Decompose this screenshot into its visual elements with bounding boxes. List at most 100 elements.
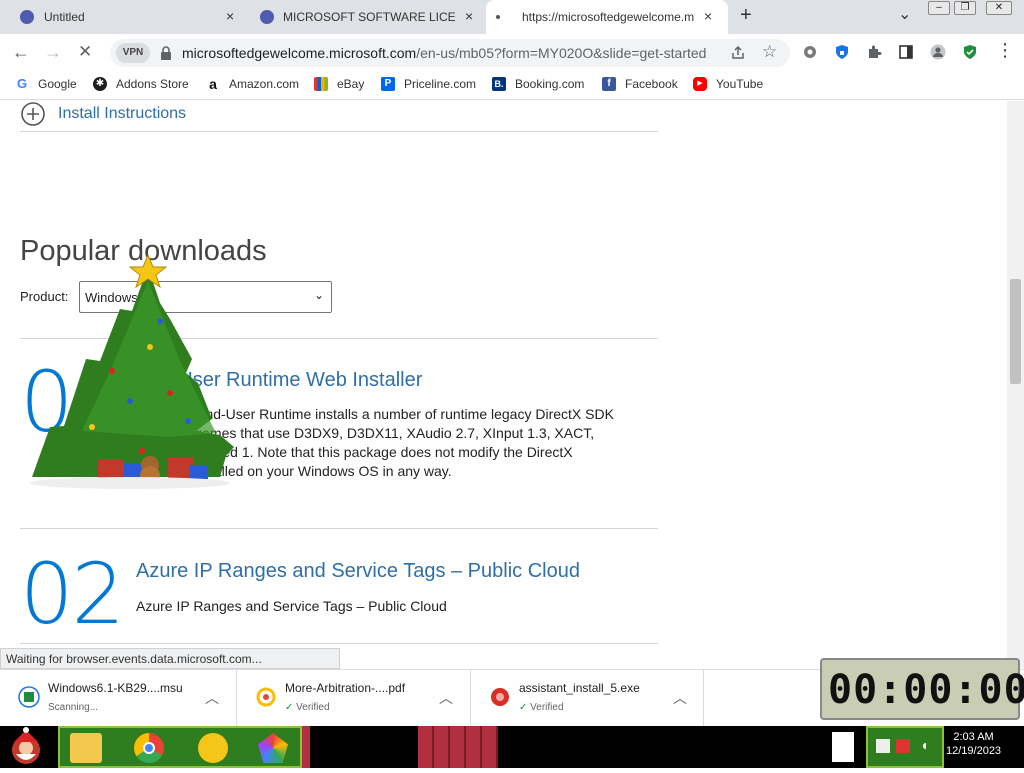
extension-gear-icon[interactable]	[802, 44, 818, 60]
tab-edge-welcome[interactable]: https://microsoftedgewelcome.m ×	[486, 0, 728, 34]
divider	[20, 528, 658, 529]
loading-dot-icon	[496, 15, 500, 19]
bookmark-google[interactable]: G Google	[15, 77, 77, 91]
bookmark-youtube[interactable]: ▶ YouTube	[693, 77, 763, 91]
bookmark-priceline[interactable]: P Priceline.com	[381, 77, 476, 91]
menu-kebab-icon[interactable]: ⋮	[996, 40, 1014, 61]
minimize-button[interactable]: ‒	[928, 1, 950, 15]
app-icon[interactable]	[258, 733, 288, 763]
taskbar-divider	[302, 726, 310, 768]
taskbar-clock[interactable]: 2:03 AM 12/19/2023	[946, 730, 1001, 758]
download-filename: assistant_install_5.exe	[519, 681, 640, 695]
url-text[interactable]: microsoftedgewelcome.microsoft.com/en-us…	[182, 45, 706, 61]
chrome-icon[interactable]	[134, 733, 164, 763]
security-shield-icon[interactable]	[962, 44, 978, 60]
download-filename: Windows6.1-KB29....msu	[48, 681, 183, 695]
booking-icon: B.	[492, 77, 506, 91]
download-status: ✓ Verified	[285, 702, 330, 713]
youtube-icon: ▶	[693, 77, 707, 91]
google-icon: G	[15, 76, 29, 91]
close-window-button[interactable]: ✕	[986, 1, 1012, 15]
tab-untitled[interactable]: Untitled ×	[0, 0, 248, 34]
maximize-button[interactable]: ❐	[954, 1, 976, 15]
shield-extension-icon[interactable]	[834, 44, 850, 60]
chevron-up-icon[interactable]: ︿	[439, 688, 453, 708]
lock-icon[interactable]	[160, 46, 172, 60]
network-icon[interactable]	[876, 739, 890, 753]
bookmark-amazon[interactable]: a Amazon.com	[206, 77, 299, 91]
bookmark-star-icon[interactable]: ☆	[762, 42, 777, 62]
close-tab-icon[interactable]: ×	[226, 8, 234, 24]
new-tab-button[interactable]: +	[740, 4, 752, 27]
address-bar[interactable]: VPN microsoftedgewelcome.microsoft.com/e…	[110, 39, 790, 67]
exe-file-icon	[491, 688, 509, 706]
download-filename: More-Arbitration-....pdf	[285, 681, 406, 695]
bookmark-addons-store[interactable]: ✱ Addons Store	[93, 77, 189, 91]
christmas-tree-overlay	[30, 253, 234, 489]
extensions-puzzle-icon[interactable]	[866, 44, 882, 60]
bookmark-label: Google	[38, 77, 77, 91]
timer-gadget[interactable]: 00:00:00	[820, 658, 1024, 720]
globe-icon	[20, 10, 34, 24]
chevron-up-icon[interactable]: ︿	[205, 688, 219, 708]
flag-icon[interactable]	[896, 739, 910, 753]
ebay-icon	[314, 77, 328, 91]
bookmark-ebay[interactable]: eBay	[314, 77, 364, 91]
download-description: Azure IP Ranges and Service Tags – Publi…	[136, 598, 447, 614]
divider	[20, 643, 658, 644]
install-instructions-label: Install Instructions	[58, 105, 187, 122]
close-tab-icon[interactable]: ×	[704, 8, 712, 24]
tab-strip: Untitled × MICROSOFT SOFTWARE LICENSE × …	[0, 0, 1024, 34]
back-button[interactable]: ←	[12, 42, 30, 63]
close-tab-icon[interactable]: ×	[465, 8, 473, 24]
bookmark-facebook[interactable]: f Facebook	[602, 77, 678, 91]
clock-time: 2:03 AM	[953, 731, 994, 743]
download-item[interactable]: Windows6.1-KB29....msu Scanning... ︿	[0, 670, 237, 727]
priceline-icon: P	[381, 77, 395, 91]
stop-loading-button[interactable]: ✕	[78, 42, 92, 62]
clock-date: 12/19/2023	[946, 745, 1002, 757]
download-item[interactable]: More-Arbitration-....pdf ✓ Verified ︿	[237, 670, 471, 727]
tab-title: MICROSOFT SOFTWARE LICENSE	[283, 10, 455, 24]
install-instructions-toggle[interactable]: Install Instructions	[20, 101, 186, 127]
pinned-apps	[58, 726, 302, 768]
taskbar-running-app[interactable]	[418, 726, 498, 768]
taskbar: ◖ 2:03 AM 12/19/2023	[0, 726, 1024, 768]
browser-toolbar: ← → ✕ VPN microsoftedgewelcome.microsoft…	[0, 34, 1024, 70]
vpn-badge[interactable]: VPN	[116, 43, 150, 63]
santa-start-icon	[12, 727, 40, 764]
system-tray: ◖	[866, 726, 944, 768]
timer-display: 00:00:00	[828, 667, 1024, 713]
bookmark-label: Amazon.com	[229, 77, 300, 91]
forward-button[interactable]: →	[44, 42, 62, 63]
download-item[interactable]: assistant_install_5.exe ✓ Verified ︿	[471, 670, 704, 727]
divider	[20, 131, 658, 132]
url-path: /en-us/mb05?form=MY020O&slide=get-starte…	[416, 45, 707, 61]
url-host: microsoftedgewelcome.microsoft.com	[182, 45, 417, 61]
scrollbar-thumb[interactable]	[1010, 279, 1021, 384]
share-icon[interactable]	[730, 45, 746, 61]
globe-icon	[260, 10, 274, 24]
facebook-icon: f	[602, 77, 616, 91]
download-title-link[interactable]: Azure IP Ranges and Service Tags – Publi…	[136, 560, 580, 583]
download-status-text: Verified	[530, 702, 564, 713]
start-button[interactable]	[0, 726, 56, 768]
side-panel-icon[interactable]	[898, 44, 914, 60]
bookmark-booking[interactable]: B. Booking.com	[492, 77, 584, 91]
bookmarks-bar: G Google ✱ Addons Store a Amazon.com eBa…	[0, 70, 1024, 100]
bookmark-label: eBay	[337, 77, 365, 91]
tab-license[interactable]: MICROSOFT SOFTWARE LICENSE ×	[248, 0, 486, 34]
check-icon: ✓	[519, 702, 528, 713]
profile-avatar-icon[interactable]	[930, 44, 946, 60]
page-scrollbar[interactable]	[1007, 101, 1024, 668]
show-hidden-icons[interactable]	[832, 732, 854, 762]
chevron-up-icon[interactable]: ︿	[673, 688, 687, 708]
vpn-app-icon[interactable]	[198, 733, 228, 763]
bookmark-label: Priceline.com	[404, 77, 477, 91]
bookmark-label: YouTube	[716, 77, 764, 91]
file-explorer-icon[interactable]	[70, 733, 102, 763]
tab-search-button[interactable]: ⌄	[898, 4, 911, 24]
volume-icon[interactable]: ◖	[920, 737, 928, 753]
amazon-icon: a	[206, 77, 220, 91]
tab-title: Untitled	[44, 10, 85, 24]
